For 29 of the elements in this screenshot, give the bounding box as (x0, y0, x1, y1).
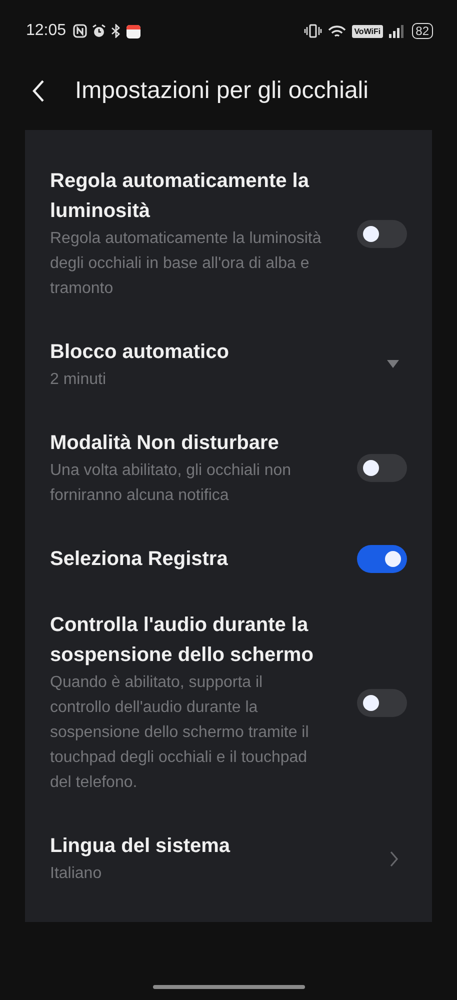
signal-icon (388, 24, 404, 38)
setting-title: Regola automaticamente la luminosità (50, 169, 310, 224)
setting-title: Seleziona Registra (50, 547, 229, 572)
toggle-switch[interactable] (357, 688, 407, 716)
chevron-right-icon[interactable] (389, 850, 399, 866)
setting-title: Lingua del sistema (50, 834, 232, 859)
setting-description: Quando è abilitato, supporta il controllo dell'audio durante la sospensione dello schermo tramite il touchpad degli occhiali e il touchpad del telefono. (50, 673, 310, 793)
setting-description: Regola automaticamente la luminosità degli occhiali in base all'ora di alba e tramonto (50, 229, 322, 299)
vowifi-badge: VoWiFi (352, 24, 383, 38)
wifi-icon (327, 24, 348, 38)
setting-description: Una volta abilitato, gli occhiali non forniranno alcuna notifica (50, 461, 292, 506)
page-title: Impostazioni per gli occhiali (75, 77, 368, 105)
setting-value: 2 minuti (50, 370, 108, 390)
toggle-switch[interactable] (357, 545, 407, 573)
dropdown-icon[interactable] (387, 360, 399, 369)
nfc-icon (73, 24, 88, 38)
back-icon[interactable] (31, 79, 47, 103)
alarm-icon (92, 24, 106, 38)
setting-value: Italiano (50, 864, 103, 884)
battery-indicator: 82 (412, 23, 433, 39)
setting-title: Blocco automatico (50, 340, 230, 365)
status-time: 12:05 (26, 22, 66, 40)
setting-title: Controlla l'audio durante la sospensione dello schermo (50, 613, 314, 668)
bluetooth-icon (111, 24, 122, 38)
toggle-switch[interactable] (357, 454, 407, 482)
vibrate-icon (304, 24, 322, 38)
setting-title: Modalità Non disturbare (50, 431, 280, 456)
toggle-switch[interactable] (357, 220, 407, 248)
calendar-icon (126, 24, 142, 38)
